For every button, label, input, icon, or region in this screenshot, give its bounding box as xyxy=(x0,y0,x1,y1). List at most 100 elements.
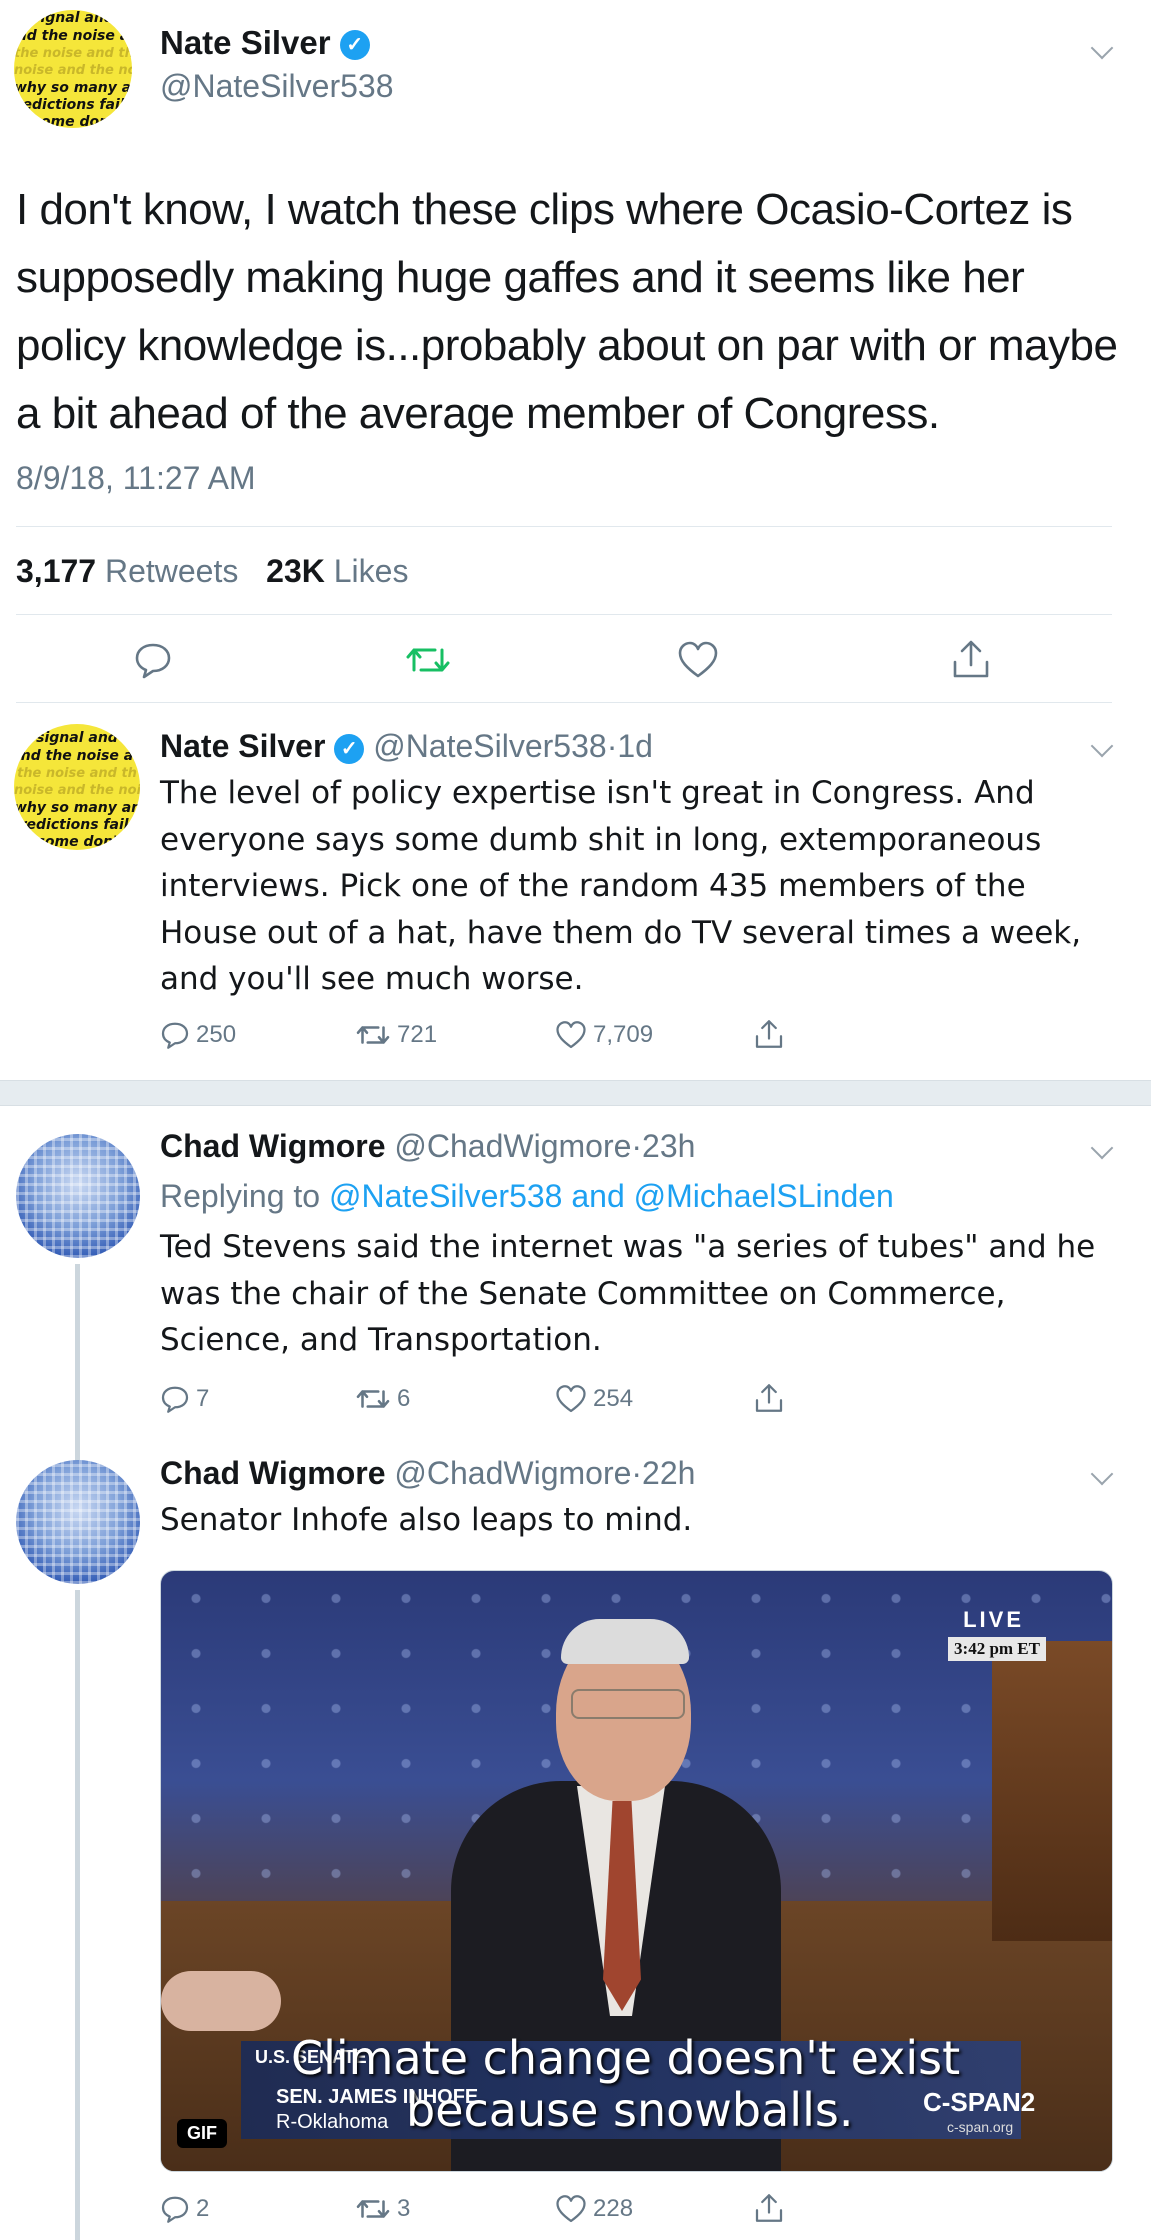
avatar-text: redictions fail- xyxy=(19,817,135,833)
network-url: c-span.org xyxy=(947,2119,1014,2135)
reply-count: 2 xyxy=(196,2195,210,2222)
separator-dot: · xyxy=(631,1455,643,1491)
tweet-time: 1d xyxy=(617,728,653,764)
divider xyxy=(16,614,1112,615)
like-button[interactable] xyxy=(677,640,719,680)
reply-button[interactable]: 250 xyxy=(160,1020,236,1050)
media-person-glasses xyxy=(571,1689,685,1719)
retweets-stat[interactable]: 3,177 Retweets xyxy=(16,553,247,589)
retweet-icon xyxy=(356,1390,390,1408)
avatar-text: some don' xyxy=(36,834,118,850)
author-name[interactable]: Nate Silver xyxy=(160,728,325,764)
author-name[interactable]: Chad Wigmore xyxy=(160,1128,386,1164)
live-clock: 3:42 pm ET xyxy=(948,1637,1046,1661)
avatar-text: nd the noise a xyxy=(16,28,130,44)
thread-line xyxy=(75,1441,80,1461)
chevron-down-icon[interactable] xyxy=(1090,1136,1114,1160)
retweet-count: 721 xyxy=(397,1021,438,1048)
retweet-count: 6 xyxy=(397,1385,411,1412)
avatar[interactable] xyxy=(16,1460,140,1584)
section-separator xyxy=(0,1080,1151,1106)
author-name[interactable]: Chad Wigmore xyxy=(160,1455,386,1491)
tweet-time: 23h xyxy=(642,1128,696,1164)
likes-label: Likes xyxy=(333,553,409,589)
thread-line xyxy=(75,1264,80,1442)
avatar-text: signal and xyxy=(32,10,114,26)
share-button[interactable] xyxy=(754,2192,784,2229)
retweet-button[interactable]: 3 xyxy=(355,2194,410,2224)
reply-count: 7 xyxy=(196,1385,210,1412)
author-handle[interactable]: @NateSilver538 xyxy=(160,68,393,105)
thread-line xyxy=(75,1590,80,2240)
avatar[interactable]: signal and nd the noise a the noise and … xyxy=(14,724,140,850)
avatar[interactable] xyxy=(16,1134,140,1258)
media-gif[interactable]: LIVE 3:42 pm ET U.S. SENATE SEN. JAMES I… xyxy=(160,1570,1113,2172)
like-button[interactable]: 254 xyxy=(555,1384,633,1414)
avatar-text: noise and the noi xyxy=(14,63,132,78)
share-icon xyxy=(755,1384,783,1412)
reply-button[interactable] xyxy=(133,640,173,680)
tweet-text: I don't know, I watch these clips where … xyxy=(16,185,1118,438)
share-button[interactable] xyxy=(754,1018,784,1055)
likes-count: 23K xyxy=(266,553,325,589)
caption-line-1: Climate change doesn't exist xyxy=(291,2031,961,2085)
replying-to-handles[interactable]: @NateSilver538 and @MichaelSLinden xyxy=(329,1178,894,1214)
likes-stat[interactable]: 23K Likes xyxy=(266,553,408,589)
share-icon xyxy=(755,1020,783,1048)
reply-icon xyxy=(135,643,171,679)
tweet-timestamp: 8/9/18, 11:27 AM xyxy=(16,460,256,496)
author-handle[interactable]: @ChadWigmore xyxy=(394,1455,631,1491)
avatar-text: the noise and th xyxy=(17,766,137,781)
separator-dot: · xyxy=(631,1128,643,1164)
replying-to: Replying to @NateSilver538 and @MichaelS… xyxy=(160,1178,894,1215)
retweet-count: 3 xyxy=(397,2195,411,2222)
verified-badge-icon: ✓ xyxy=(334,733,365,764)
chevron-down-icon[interactable] xyxy=(1090,36,1114,60)
like-button[interactable]: 7,709 xyxy=(555,1020,653,1050)
retweet-button[interactable] xyxy=(405,640,451,680)
chevron-down-icon[interactable] xyxy=(1090,1462,1114,1486)
media-person-hand xyxy=(161,1971,281,2031)
like-button[interactable]: 228 xyxy=(555,2194,633,2224)
avatar[interactable]: signal and nd the noise a the noise and … xyxy=(14,10,132,128)
share-icon xyxy=(953,640,989,678)
verified-badge-icon: ✓ xyxy=(339,30,370,61)
like-count: 254 xyxy=(593,1385,634,1412)
reply-icon xyxy=(161,1386,189,1413)
share-button[interactable] xyxy=(754,1382,784,1419)
share-button[interactable] xyxy=(951,638,991,680)
chevron-down-icon[interactable] xyxy=(1090,734,1114,758)
avatar-text: some don' xyxy=(32,114,114,128)
reply-button[interactable]: 7 xyxy=(160,1384,209,1414)
tweet-text: Ted Stevens said the internet was "a ser… xyxy=(160,1229,1096,1358)
heart-icon xyxy=(556,1385,586,1413)
caption-line-2: because snowballs. xyxy=(406,2083,854,2137)
avatar-text: signal and xyxy=(36,730,118,746)
reply-icon xyxy=(161,1022,189,1049)
network-logo: C-SPAN2 xyxy=(923,2087,1036,2117)
media-desk-right xyxy=(992,1641,1112,1941)
like-count: 7,709 xyxy=(593,1021,654,1048)
retweet-button[interactable]: 721 xyxy=(355,1020,437,1050)
lower-third-party: R-Oklahoma xyxy=(276,2111,389,2133)
author-name-text: Nate Silver xyxy=(160,24,331,61)
retweet-button[interactable]: 6 xyxy=(355,1384,410,1414)
author-handle[interactable]: @NateSilver538 xyxy=(373,728,606,764)
separator-dot: · xyxy=(606,728,618,764)
retweet-icon xyxy=(406,648,450,672)
heart-icon xyxy=(678,641,718,678)
avatar-text: why so many an xyxy=(14,80,132,96)
reply-button[interactable]: 2 xyxy=(160,2194,209,2224)
avatar-text: why so many an xyxy=(14,800,140,816)
retweet-icon xyxy=(356,1026,390,1044)
author-handle[interactable]: @ChadWigmore xyxy=(394,1128,631,1164)
retweets-count: 3,177 xyxy=(16,553,97,589)
heart-icon xyxy=(556,2195,586,2223)
media-person-hair xyxy=(561,1619,689,1664)
author-name[interactable]: Nate Silver ✓ xyxy=(160,24,370,62)
live-label: LIVE xyxy=(963,1607,1024,1632)
tweet-stats: 3,177 Retweets 23K Likes xyxy=(16,553,408,590)
share-icon xyxy=(755,2194,783,2222)
replying-to-prefix: Replying to xyxy=(160,1178,321,1214)
reply-count: 250 xyxy=(196,1021,237,1048)
